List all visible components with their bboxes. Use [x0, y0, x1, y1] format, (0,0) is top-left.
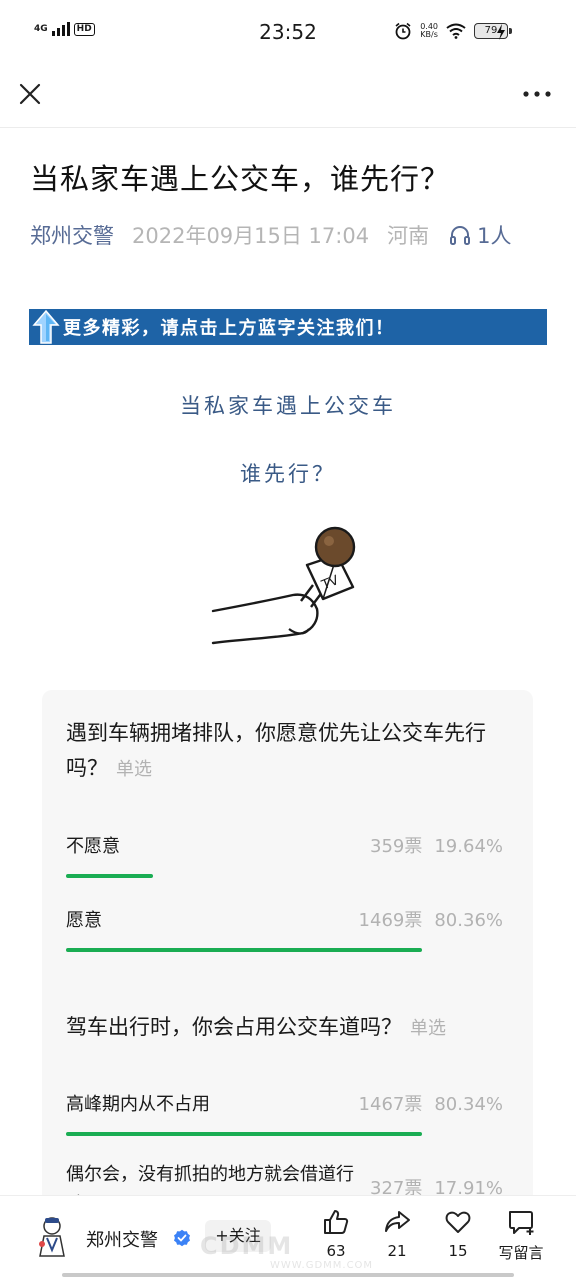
vote-option[interactable]: 愿意 1469票 80.36% [66, 906, 503, 946]
option-percent: 19.64% [434, 836, 503, 857]
follow-banner[interactable]: 更多精彩，请点击上方蓝字关注我们！ [29, 309, 547, 345]
option-label: 不愿意 [66, 836, 120, 857]
comment-label: 写留言 [498, 1244, 544, 1262]
option-progress-bar [66, 874, 153, 878]
region: 河南 [387, 224, 430, 248]
status-bar: 4G HD 23:52 0.40 KB/s 79 [0, 0, 576, 64]
site-watermark: CDMM WWW.GDMM.COM [200, 1232, 373, 1271]
charging-icon [497, 24, 505, 40]
status-right: 0.40 KB/s 79 [394, 22, 512, 40]
option-label: 高峰期内从不占用 [66, 1094, 210, 1115]
home-indicator[interactable] [62, 1273, 514, 1277]
heart-icon [445, 1211, 471, 1233]
watermark-text: CDMM [200, 1232, 294, 1260]
more-icon[interactable] [522, 82, 552, 106]
option-stats: 1467票 80.34% [359, 1090, 503, 1116]
option-stats: 359票 19.64% [370, 832, 503, 858]
listener-count: 1人 [477, 224, 512, 248]
share-button[interactable]: 21 [367, 1208, 427, 1260]
option-progress-bar [66, 1132, 422, 1136]
option-votes: 1467票 [358, 1094, 423, 1115]
subheading-1: 当私家车遇上公交车 [180, 394, 396, 418]
vote-question-1: 遇到车辆拥堵排队，你愿意优先让公交车先行吗？ 单选 [66, 716, 513, 787]
alarm-icon [395, 22, 411, 40]
watermark-url: WWW.GDMM.COM [270, 1260, 374, 1271]
option-percent: 80.34% [434, 1094, 503, 1115]
article-meta: 郑州交警 2022年09月15日 17:04 河南 1人 [30, 220, 560, 250]
option-votes: 359票 [370, 836, 423, 857]
up-arrow-icon [32, 309, 60, 344]
vote-option[interactable]: 高峰期内从不占用 1467票 80.34% [66, 1090, 503, 1130]
vote-card: 遇到车辆拥堵排队，你愿意优先让公交车先行吗？ 单选 不愿意 359票 19.64% … [42, 690, 533, 1280]
comment-button[interactable]: 写留言 [488, 1208, 554, 1263]
author-link[interactable]: 郑州交警 [30, 220, 114, 250]
vote-question-2: 驾车出行时，你会占用公交车道吗？ 单选 [66, 1010, 513, 1046]
close-icon[interactable] [16, 80, 44, 108]
share-icon [385, 1211, 410, 1232]
option-progress-bar [66, 948, 422, 952]
option-label: 愿意 [66, 910, 102, 931]
account-name[interactable]: 郑州交警 [86, 1226, 158, 1252]
top-nav [0, 64, 576, 128]
account-avatar[interactable] [34, 1214, 70, 1258]
wifi-icon [446, 23, 466, 39]
option-votes: 1469票 [358, 910, 423, 931]
headphones-icon [450, 226, 471, 245]
question-type: 单选 [116, 759, 152, 780]
favorite-button[interactable]: 15 [428, 1208, 488, 1260]
banner-text: 更多精彩，请点击上方蓝字关注我们！ [63, 318, 395, 339]
share-count: 21 [387, 1242, 407, 1260]
option-stats: 1469票 80.36% [359, 906, 503, 932]
publish-date: 2022年09月15日 17:04 [132, 224, 370, 248]
subheading-2: 谁先行？ [240, 462, 336, 486]
network-speed: 0.40 KB/s [420, 23, 438, 39]
microphone-illustration: TV [211, 526, 356, 645]
verified-icon [174, 1229, 190, 1247]
vote-option[interactable]: 不愿意 359票 19.64% [66, 832, 503, 872]
listen-button[interactable]: 1人 [449, 220, 511, 250]
comment-icon [509, 1211, 534, 1235]
question-type: 单选 [410, 1018, 446, 1039]
speed-unit: KB/s [420, 30, 438, 39]
favorite-count: 15 [448, 1242, 468, 1260]
option-percent: 80.36% [434, 910, 503, 931]
article-title: 当私家车遇上公交车，谁先行？ [30, 162, 451, 196]
question-text: 驾车出行时，你会占用公交车道吗？ [66, 1015, 402, 1039]
